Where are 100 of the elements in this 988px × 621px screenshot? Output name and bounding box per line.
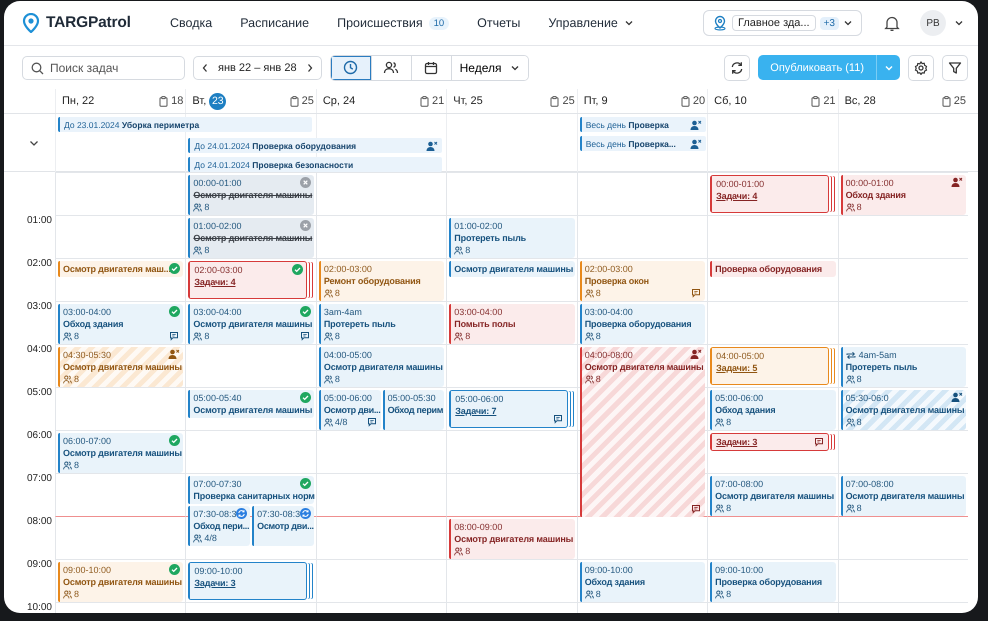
app-logo-text: TARGPatrol [46, 14, 131, 32]
hour-label: 01:00 [26, 215, 52, 226]
person-remove-icon [168, 349, 180, 359]
event-card[interactable]: 05:00-05:30 Обход перим [382, 390, 444, 430]
period-dropdown[interactable]: Неделя [450, 56, 528, 80]
event-time: 09:00-10:00 [194, 565, 242, 577]
all-day-event[interactable]: Весь день Проверка [580, 117, 706, 132]
participant-count: 8 [334, 330, 340, 342]
participant-count: 8 [204, 330, 210, 342]
user-avatar[interactable]: PB [920, 10, 946, 36]
event-time: 03:00-04:00 [454, 306, 502, 318]
participant-count: 8 [856, 373, 862, 385]
clipboard-icon [290, 96, 299, 106]
day-label: Пн, [62, 95, 80, 107]
event-card[interactable]: 02:00-03:00 Ремонт оборудования 8 [318, 261, 444, 301]
participant-count: 8 [596, 588, 601, 600]
participant-count: 8 [74, 459, 80, 471]
event-title: Задачи: 4 [194, 276, 237, 288]
event-card[interactable]: 07:30-08:3 Обход пери... 4/8 [188, 506, 250, 546]
event-card[interactable]: 05:00-05:40 Осмотр двигателя машины [188, 390, 314, 418]
check-circle-icon [300, 478, 311, 489]
event-card[interactable]: 09:00-10:00 Проверка оборудования 8 [710, 562, 836, 602]
refresh-button[interactable] [724, 54, 750, 80]
event-card[interactable]: 01:00-02:00 Осмотр двигателя машины 8 [188, 218, 314, 258]
event-card[interactable]: 03:00-04:00 Проверка оборудования 8 [580, 304, 706, 344]
settings-button[interactable] [908, 54, 934, 80]
event-time: 00:00-01:00 [193, 177, 242, 189]
nav-link[interactable]: Сводка [156, 16, 226, 30]
event-card[interactable]: 05:30-06:0 Осмотр двигателя машины 8 [840, 390, 966, 430]
all-day-event[interactable]: До 24.01.2024 Проверка оборудования [188, 138, 442, 153]
people-icon [383, 60, 400, 75]
event-title: Осмотр двигателя машины [846, 404, 963, 416]
event-card[interactable]: 00:00-01:00 Обход здания 8 [840, 175, 966, 215]
event-card[interactable]: 07:00-07:30 Проверка санитарных норм [188, 476, 314, 504]
event-card[interactable]: 03:00-04:00 Обход здания 8 [58, 304, 184, 344]
people-icon [846, 504, 855, 512]
nav-link[interactable]: Отчеты [463, 16, 534, 30]
caret-icon[interactable] [954, 18, 964, 28]
clipboard-icon [680, 96, 690, 106]
event-card[interactable]: 02:00-03:00 Проверка окон 8 [580, 261, 706, 301]
participant-count: 8 [596, 373, 601, 385]
event-card[interactable]: 03:00-04:00 Осмотр двигателя машины 8 [188, 304, 314, 344]
all-day-event[interactable]: Весь день Проверка... [580, 136, 706, 151]
all-day-event[interactable]: До 23.01.2024 Уборка периметра [58, 117, 312, 132]
event-card[interactable]: 00:00-01:00 Осмотр двигателя машины 8 [188, 175, 314, 215]
location-selector[interactable]: Главное зда... +3 [703, 10, 862, 36]
participant-count: 8 [204, 201, 210, 213]
search-field[interactable]: Поиск задач [22, 56, 185, 80]
nav-link[interactable]: Расписание [226, 16, 324, 30]
event-time: 05:00-05:30 [388, 392, 436, 404]
event-title: Обход перим [388, 404, 442, 416]
event-card[interactable]: Осмотр двигателя машины [449, 261, 575, 277]
chevron-right-icon [306, 62, 314, 72]
event-card[interactable]: 07:00-08:00 Осмотр двигателя машины 8 [840, 476, 966, 516]
event-card[interactable]: 06:00-07:00 Осмотр двигателя машины 8 [58, 433, 184, 473]
all-day-event[interactable]: До 24.01.2024 Проверка безопасности [188, 157, 442, 172]
nav-link[interactable]: Управление [534, 16, 648, 30]
event-title: Помыть полы [454, 318, 516, 330]
event-card[interactable]: 3am-4am Протереть пыль 8 [318, 304, 444, 344]
event-card[interactable]: 05:00-06:00 Осмотр дви... 4/8 [318, 390, 381, 430]
event-card[interactable]: 03:00-04:00 Помыть полы 8 [449, 304, 575, 344]
event-card[interactable]: 07:00-08:00 Осмотр двигателя машины 8 [710, 476, 836, 516]
event-card[interactable]: 08:00-09:00 Осмотр двигателя машины 8 [449, 519, 575, 559]
event-card[interactable]: 05:00-06:00 Обход здания 8 [710, 390, 836, 430]
count-badge: 10 [428, 16, 450, 30]
participant-count: 8 [726, 416, 732, 428]
event-time: 03:00-04:00 [193, 306, 242, 318]
event-time: 07:00-08:00 [846, 478, 894, 490]
event-card[interactable]: 09:00-10:00 Обход здания 8 [580, 562, 706, 602]
event-card[interactable]: 04:30-05:30 Осмотр двигателя машины 8 [58, 347, 184, 387]
event-title: Осмотр двигателя машины [193, 189, 311, 201]
task-count: 21 [823, 95, 836, 107]
count-badge: +3 [820, 16, 839, 30]
participant-count: 8 [465, 244, 470, 256]
participant-count: 8 [596, 287, 601, 299]
event-card[interactable]: 4am-5am Протереть пыль 8 [840, 347, 966, 387]
people-icon [193, 534, 202, 542]
event-card[interactable]: Проверка оборудования [710, 261, 836, 277]
notification-bell-icon[interactable] [884, 14, 900, 32]
filter-button[interactable] [942, 54, 968, 80]
nav-link[interactable]: Происшествия 10 [323, 16, 464, 30]
participant-count: 8 [726, 502, 732, 514]
view-toggle-button[interactable] [330, 56, 371, 80]
event-card[interactable]: 01:00-02:00 Протереть пыль 8 [449, 218, 575, 258]
day-date: 24 [342, 95, 356, 107]
event-title: Задачи: 3 [194, 577, 236, 589]
event-card[interactable]: 09:00-10:00 Осмотр двигателя машины 8 [58, 562, 184, 602]
event-time: 04:00-05:00 [324, 349, 372, 361]
event-time: 04:00-08:00 [584, 349, 633, 361]
event-card[interactable]: 07:30-08:3 Осмотр дви... [252, 506, 314, 546]
event-card[interactable]: 04:00-08:00 Осмотр двигателя машины 8 [580, 347, 706, 517]
collapse-chevron-icon[interactable] [28, 138, 38, 148]
event-card[interactable]: 04:00-05:00 Осмотр двигателя машины 8 [318, 347, 444, 387]
day-label: Сб, [714, 95, 732, 107]
people-icon [63, 460, 72, 470]
event-title: Проверка оборудования [715, 263, 823, 275]
people-icon [454, 546, 464, 556]
event-title: Осмотр двигателя машины [63, 447, 180, 459]
hour-label: 08:00 [26, 516, 52, 527]
refresh-icon [730, 60, 744, 74]
